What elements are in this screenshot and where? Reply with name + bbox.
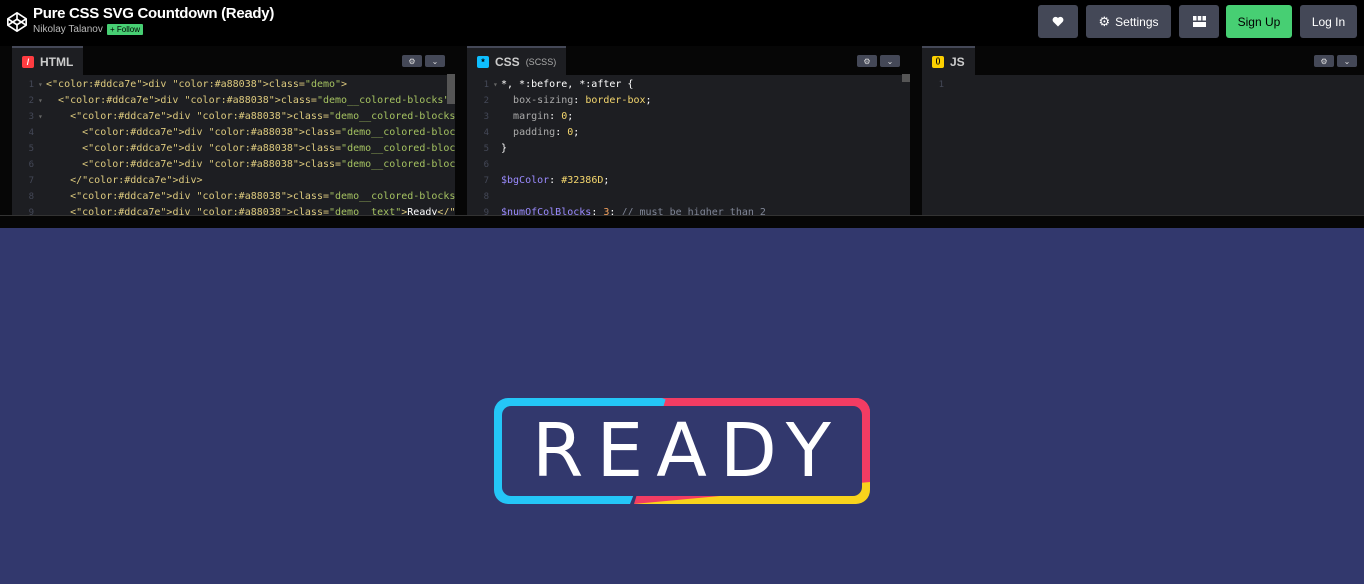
code-line: margin: 0; bbox=[513, 111, 574, 122]
follow-button[interactable]: + Follow bbox=[107, 24, 144, 35]
pen-title: Pure CSS SVG Countdown (Ready) bbox=[33, 5, 275, 22]
line-number: 6 bbox=[483, 160, 489, 170]
html-code-area[interactable]: 1 ▾ <"color:#ddca7e">div "color:#a88038">c… bbox=[12, 77, 455, 216]
editor-panes: / HTML ⚙ ⌄ 1 ▾ <"color:#ddca7e">div "color… bbox=[0, 46, 1364, 216]
fold-arrow-icon[interactable]: ▾ bbox=[493, 77, 498, 93]
js-chevron-down-icon[interactable]: ⌄ bbox=[1337, 55, 1357, 67]
js-badge-icon: () bbox=[932, 55, 944, 68]
js-tab-label: JS bbox=[950, 54, 965, 69]
code-line: <"color:#ddca7e">div "color:#a88038">cla… bbox=[46, 79, 348, 90]
css-chevron-down-icon[interactable]: ⌄ bbox=[880, 55, 900, 67]
line-number: 4 bbox=[28, 128, 34, 138]
code-line: padding: 0; bbox=[513, 127, 580, 138]
layout-grid-icon bbox=[1192, 16, 1206, 27]
code-line: <"color:#ddca7e">div "color:#a88038">cla… bbox=[46, 159, 455, 170]
html-chevron-down-icon[interactable]: ⌄ bbox=[425, 55, 445, 67]
js-editor: () JS ⚙ ⌄ 1 bbox=[922, 46, 1364, 216]
line-number: 1 bbox=[28, 80, 34, 90]
js-editor-bar bbox=[922, 46, 1364, 75]
code-line: <"color:#ddca7e">div "color:#a88038">cla… bbox=[46, 191, 455, 202]
line-number: 5 bbox=[28, 144, 34, 154]
code-line: <"color:#ddca7e">div "color:#a88038">cla… bbox=[46, 143, 455, 154]
code-line: $bgColor: #32386D; bbox=[501, 175, 610, 186]
fold-arrow-icon[interactable]: ▾ bbox=[38, 77, 43, 93]
html-badge-icon: / bbox=[22, 55, 34, 68]
line-number: 8 bbox=[28, 192, 34, 202]
ready-badge: READY bbox=[494, 398, 870, 504]
code-line: <"color:#ddca7e">div "color:#a88038">cla… bbox=[46, 127, 455, 138]
heart-button[interactable] bbox=[1038, 5, 1078, 38]
line-number: 2 bbox=[28, 96, 34, 106]
settings-button[interactable]: ⚙ Settings bbox=[1086, 5, 1171, 38]
code-line: } bbox=[501, 143, 508, 154]
html-tab-label: HTML bbox=[40, 54, 74, 69]
login-button[interactable]: Log In bbox=[1300, 5, 1357, 38]
signup-button[interactable]: Sign Up bbox=[1226, 5, 1292, 38]
ready-text: READY bbox=[532, 408, 844, 494]
line-number: 3 bbox=[483, 112, 489, 122]
css-tab-sublabel: (SCSS) bbox=[525, 56, 557, 67]
css-editor-controls: ⚙ ⌄ bbox=[857, 55, 900, 67]
code-line: <"color:#ddca7e">div "color:#a88038">cla… bbox=[46, 111, 455, 122]
html-editor-controls: ⚙ ⌄ bbox=[402, 55, 445, 67]
line-number: 2 bbox=[483, 96, 489, 106]
fold-arrow-icon[interactable]: ▾ bbox=[38, 93, 43, 109]
resize-handle[interactable] bbox=[0, 215, 1364, 228]
js-settings-gear-icon[interactable]: ⚙ bbox=[1314, 55, 1334, 67]
layout-button[interactable] bbox=[1179, 5, 1219, 38]
js-code-area[interactable]: 1 bbox=[922, 77, 1364, 216]
css-tab[interactable]: * CSS (SCSS) bbox=[467, 46, 567, 75]
css-settings-gear-icon[interactable]: ⚙ bbox=[857, 55, 877, 67]
line-number: 1 bbox=[483, 80, 489, 90]
code-line: box-sizing: border-box; bbox=[513, 95, 652, 106]
heart-icon bbox=[1052, 16, 1064, 27]
css-editor: * CSS (SCSS) ⚙ ⌄ 1 ▾ *, *:before, *:after … bbox=[467, 46, 910, 216]
codepen-logo-icon[interactable] bbox=[6, 11, 28, 33]
line-number: 7 bbox=[483, 176, 489, 186]
line-number: 1 bbox=[938, 80, 944, 90]
author-name[interactable]: Nikolay Talanov bbox=[33, 24, 103, 35]
css-code-area[interactable]: 1 ▾ *, *:before, *:after { 2 box-sizing: bo… bbox=[467, 77, 910, 216]
line-number: 7 bbox=[28, 176, 34, 186]
settings-label: Settings bbox=[1115, 14, 1159, 29]
css-tab-label: CSS bbox=[495, 54, 520, 69]
code-line: </"color:#ddca7e">div> bbox=[46, 175, 203, 186]
html-editor: / HTML ⚙ ⌄ 1 ▾ <"color:#ddca7e">div "color… bbox=[12, 46, 455, 216]
line-number: 6 bbox=[28, 160, 34, 170]
html-tab[interactable]: / HTML bbox=[12, 46, 84, 75]
css-scrollbar[interactable] bbox=[902, 74, 910, 82]
line-number: 8 bbox=[483, 192, 489, 202]
result-preview: READY bbox=[0, 228, 1364, 584]
js-tab[interactable]: () JS bbox=[922, 46, 975, 75]
line-number: 3 bbox=[28, 112, 34, 122]
code-line: <"color:#ddca7e">div "color:#a88038">cla… bbox=[46, 95, 455, 106]
line-number: 5 bbox=[483, 144, 489, 154]
css-badge-icon: * bbox=[477, 55, 489, 68]
gear-icon: ⚙ bbox=[1098, 13, 1111, 29]
code-line: *, *:before, *:after { bbox=[501, 79, 634, 90]
line-number: 4 bbox=[483, 128, 489, 138]
pen-header: Pure CSS SVG Countdown (Ready) Nikolay T… bbox=[0, 0, 1364, 46]
fold-arrow-icon[interactable]: ▾ bbox=[38, 109, 43, 125]
html-settings-gear-icon[interactable]: ⚙ bbox=[402, 55, 422, 67]
js-editor-controls: ⚙ ⌄ bbox=[1314, 55, 1357, 67]
html-scrollbar[interactable] bbox=[447, 74, 455, 104]
